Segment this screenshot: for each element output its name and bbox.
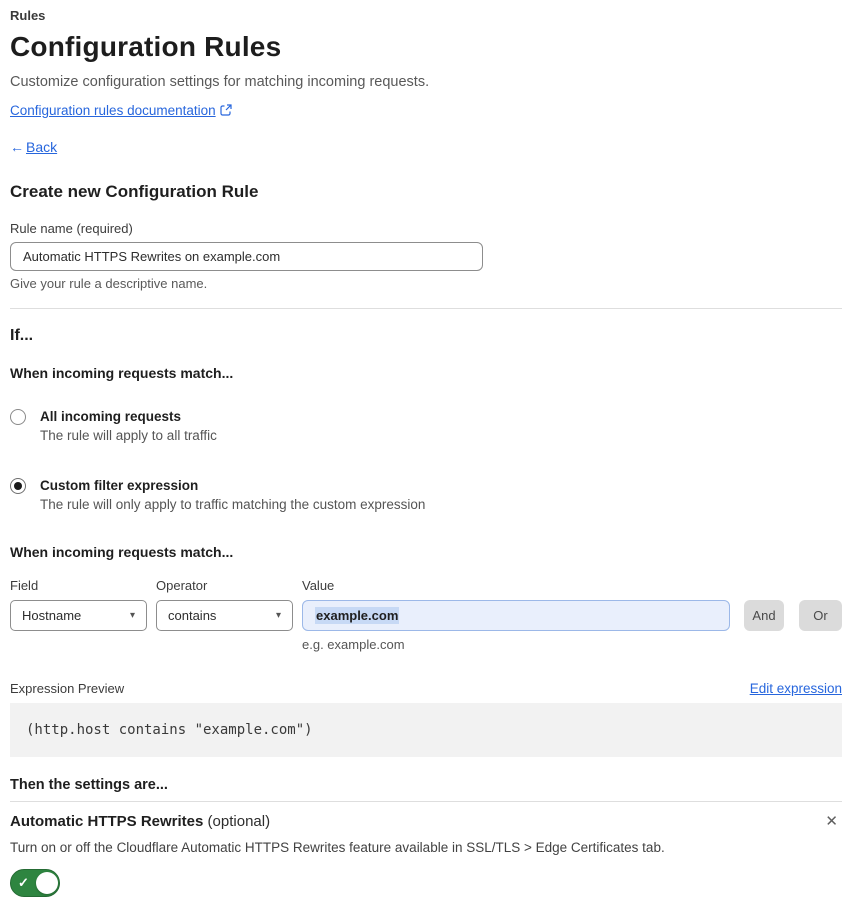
external-link-icon [220,103,232,120]
expression-code-text: (http.host contains "example.com") [26,722,313,738]
operator-label: Operator [156,578,208,593]
create-rule-heading: Create new Configuration Rule [10,182,259,201]
expression-preview-row: Expression Preview Edit expression [10,680,842,697]
chevron-down-icon: ▾ [275,610,281,621]
configuration-rules-page: Rules Configuration Rules Customize conf… [0,0,852,897]
breadcrumb: Rules [10,8,46,23]
then-settings-heading: Then the settings are... [10,777,168,793]
documentation-link[interactable]: Configuration rules documentation [10,103,216,118]
setting-description: Turn on or off the Cloudflare Automatic … [10,840,665,855]
or-button[interactable]: Or [799,600,842,631]
expression-preview-code: (http.host contains "example.com") [10,703,842,757]
radio-description: The rule will apply to all traffic [40,428,217,443]
radio-unselected-icon[interactable] [10,409,26,425]
value-input[interactable]: example.com [302,600,730,631]
doc-link-row: Configuration rules documentation [10,102,842,120]
rule-name-label: Rule name (required) [10,221,133,236]
radio-description: The rule will only apply to traffic matc… [40,497,426,512]
value-input-text: example.com [315,607,400,624]
expression-builder-row: Hostname ▾ contains ▾ example.com And Or [10,600,842,631]
rule-name-input[interactable] [10,242,483,271]
radio-texts: Custom filter expression The rule will o… [40,477,425,513]
setting-title-text: Automatic HTTPS Rewrites [10,813,204,830]
close-icon[interactable]: ✕ [821,812,842,831]
expression-builder-labels: Field Operator Value [10,578,842,593]
match-heading-1: When incoming requests match... [10,365,234,381]
if-heading: If... [10,327,34,344]
back-link[interactable]: Back [26,139,57,155]
operator-select-value: contains [168,608,217,623]
page-title: Configuration Rules [10,31,282,62]
field-label: Field [10,578,39,593]
setting-divider [10,801,842,802]
field-select[interactable]: Hostname ▾ [10,600,147,631]
chevron-down-icon: ▾ [129,610,135,621]
radio-option-all-incoming-requests[interactable]: All incoming requests The rule will appl… [10,408,842,444]
value-label: Value [302,578,335,593]
radio-label: All incoming requests [40,409,182,424]
radio-texts: All incoming requests The rule will appl… [40,408,217,444]
setting-title: Automatic HTTPS Rewrites (optional) [10,812,270,831]
edit-expression-link[interactable]: Edit expression [750,680,842,697]
radio-label: Custom filter expression [40,478,199,493]
operator-select[interactable]: contains ▾ [156,600,293,631]
and-button[interactable]: And [744,600,784,631]
rule-name-help: Give your rule a descriptive name. [10,276,208,291]
radio-option-custom-filter-expression[interactable]: Custom filter expression The rule will o… [10,477,842,513]
value-help: e.g. example.com [302,637,405,652]
match-heading-2: When incoming requests match... [10,544,234,560]
setting-title-suffix: (optional) [203,813,271,830]
radio-selected-icon[interactable] [10,478,26,494]
expression-preview-label: Expression Preview [10,681,125,696]
field-select-value: Hostname [22,608,82,623]
toggle-knob[interactable] [35,871,58,894]
setting-header: Automatic HTTPS Rewrites (optional) ✕ [10,812,842,831]
back-row: ← Back [10,139,842,156]
back-arrow-icon: ← [10,139,24,155]
page-subtitle: Customize configuration settings for mat… [10,74,430,90]
automatic-https-rewrites-toggle[interactable]: ✓ [10,869,60,897]
section-divider [10,308,842,309]
check-icon: ✓ [18,875,29,890]
